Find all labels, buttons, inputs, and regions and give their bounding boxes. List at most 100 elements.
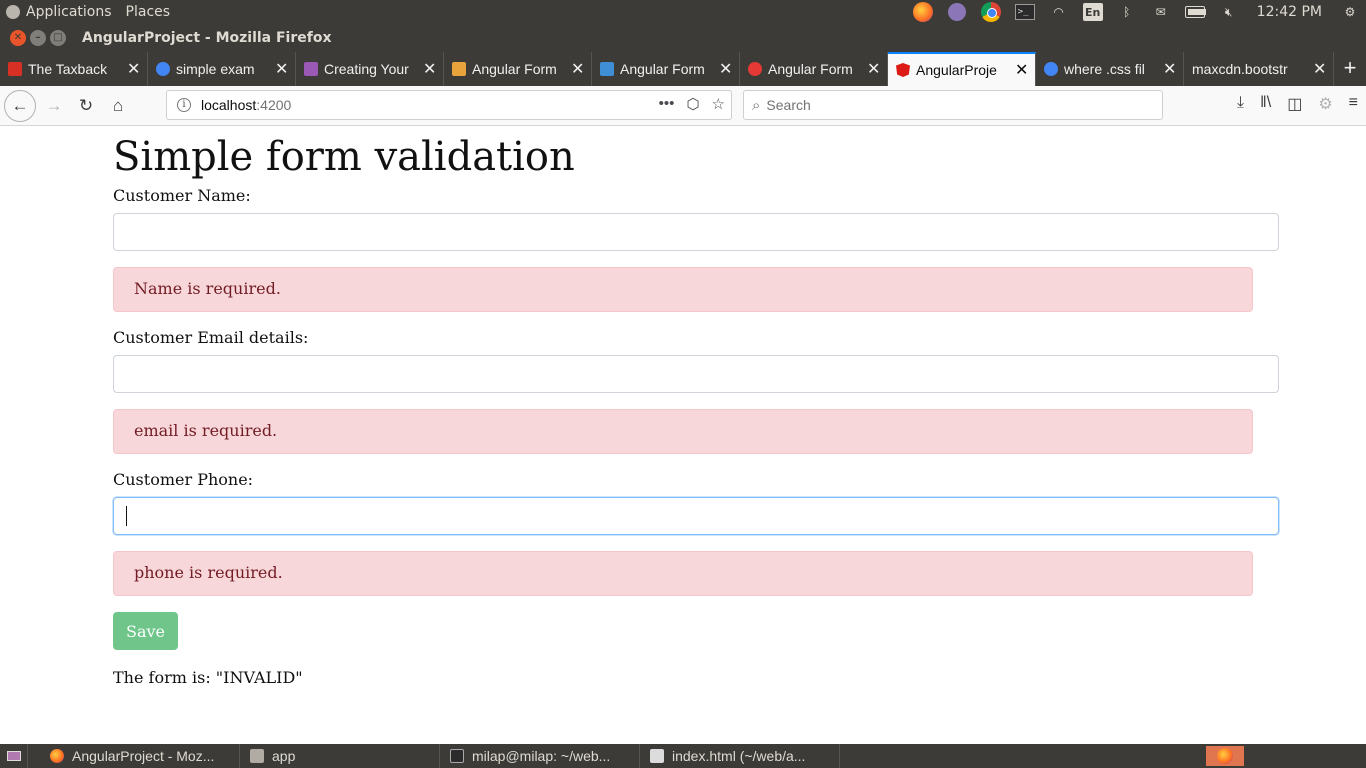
site-favicon-icon (600, 62, 614, 76)
customer-phone-input[interactable] (113, 497, 1279, 535)
applications-menu[interactable]: Applications (6, 4, 112, 20)
tab-maxcdn[interactable]: maxcdn.bootstr ✕ (1184, 52, 1334, 86)
file-manager-icon (250, 749, 264, 763)
tab-taxback[interactable]: The Taxback ✕ (0, 52, 148, 86)
forward-button[interactable]: → (40, 92, 68, 120)
google-favicon-icon (1044, 62, 1058, 76)
tab-angular-form-3[interactable]: Angular Form ✕ (740, 52, 888, 86)
wifi-icon[interactable]: ◠ (1049, 3, 1069, 21)
applications-label: Applications (26, 4, 112, 20)
taskbar-item-firefox[interactable]: AngularProject - Moz... (40, 744, 240, 768)
tab-where-css[interactable]: where .css fil ✕ (1036, 52, 1184, 86)
tab-label: where .css fil (1064, 61, 1145, 77)
tab-angular-form-2[interactable]: Angular Form ✕ (592, 52, 740, 86)
taskbar-item-label: AngularProject - Moz... (72, 748, 215, 764)
tab-strip: The Taxback ✕ simple exam ✕ Creating You… (0, 52, 1366, 86)
sparkle-favicon-icon (304, 62, 318, 76)
workspace-switcher[interactable] (1206, 746, 1244, 766)
tab-close-icon[interactable]: ✕ (127, 59, 140, 79)
top-menu: Applications Places (0, 4, 170, 20)
window-maximize-button[interactable]: □ (50, 30, 66, 46)
text-caret (126, 506, 127, 526)
site-favicon-icon (748, 62, 762, 76)
save-button[interactable]: Save (113, 612, 178, 650)
url-host: localhost (201, 97, 257, 113)
tab-close-icon[interactable]: ✕ (719, 59, 732, 79)
pidgin-tray-icon[interactable] (947, 3, 967, 21)
taskbar-item-terminal[interactable]: milap@milap: ~/web... (440, 744, 640, 768)
tab-close-icon[interactable]: ✕ (571, 59, 584, 79)
gmail-favicon-icon (8, 62, 22, 76)
keyboard-layout-indicator[interactable]: En (1082, 3, 1103, 21)
tab-close-icon[interactable]: ✕ (1015, 60, 1028, 80)
site-info-icon[interactable]: i (177, 98, 191, 112)
desktop-icon (6, 751, 21, 761)
sidebar-icon[interactable]: ◫ (1287, 94, 1302, 114)
taskbar-item-app[interactable]: app (240, 744, 440, 768)
places-menu[interactable]: Places (126, 4, 171, 20)
terminal-icon (450, 749, 464, 763)
tab-label: The Taxback (28, 61, 108, 77)
clock[interactable]: 12:42 PM (1253, 3, 1326, 21)
customer-email-input[interactable] (113, 355, 1279, 393)
back-button[interactable]: ← (4, 89, 36, 122)
tab-close-icon[interactable]: ✕ (1163, 59, 1176, 79)
battery-icon[interactable] (1184, 3, 1206, 21)
search-bar[interactable]: ⌕ Search (743, 90, 1163, 120)
volume-muted-icon[interactable]: 🔇︎ (1219, 3, 1239, 21)
reload-button[interactable]: ↻ (72, 92, 100, 120)
name-error-alert: Name is required. (113, 267, 1253, 312)
mail-icon[interactable]: ✉ (1151, 3, 1171, 21)
url-bar-actions: ••• ⬡ ☆ (659, 95, 725, 113)
bluetooth-icon[interactable]: ᛒ (1117, 3, 1137, 21)
downloads-icon[interactable]: ⤓ (1237, 94, 1244, 114)
new-tab-button[interactable]: + (1334, 52, 1366, 86)
url-bar[interactable]: i localhost:4200 ••• ⬡ ☆ (166, 90, 732, 120)
tab-creating-your[interactable]: Creating Your ✕ (296, 52, 444, 86)
library-icon[interactable]: ‖\ (1260, 94, 1271, 114)
bookmark-star-icon[interactable]: ☆ (712, 95, 725, 113)
show-desktop-button[interactable] (0, 744, 28, 768)
window-controls: ✕ – □ (0, 30, 66, 46)
tab-label: Angular Form (620, 61, 705, 77)
tab-label: maxcdn.bootstr (1192, 61, 1288, 77)
tab-label: Angular Form (768, 61, 853, 77)
tab-close-icon[interactable]: ✕ (867, 59, 880, 79)
email-error-alert: email is required. (113, 409, 1253, 454)
applications-icon (6, 5, 20, 19)
search-placeholder: Search (766, 97, 811, 113)
tab-close-icon[interactable]: ✕ (1313, 59, 1326, 79)
search-icon: ⌕ (752, 96, 761, 114)
taskbar-item-label: milap@milap: ~/web... (472, 748, 611, 764)
taskbar-item-label: app (272, 748, 296, 764)
home-button[interactable]: ⌂ (104, 92, 132, 120)
terminal-tray-icon[interactable]: >_ (1014, 3, 1035, 21)
toolbar-right-tools: ⤓ ‖\ ◫ ⚙ ≡ (1237, 94, 1358, 114)
extension-icon[interactable]: ⚙ (1318, 94, 1332, 114)
customer-name-input[interactable] (113, 213, 1279, 251)
window-minimize-button[interactable]: – (30, 30, 46, 46)
chrome-tray-icon[interactable] (980, 2, 1001, 22)
firefox-tray-icon[interactable] (912, 2, 933, 22)
window-close-button[interactable]: ✕ (10, 30, 26, 46)
customer-phone-label: Customer Phone: (113, 470, 254, 489)
tab-label: Creating Your (324, 61, 409, 77)
angular-favicon-icon (896, 63, 910, 77)
tab-angular-form-1[interactable]: Angular Form ✕ (444, 52, 592, 86)
pocket-icon[interactable]: ⬡ (686, 95, 699, 113)
tab-close-icon[interactable]: ✕ (275, 59, 288, 79)
taskbar-item-editor[interactable]: index.html (~/web/a... (640, 744, 840, 768)
settings-gear-icon[interactable]: ⚙ (1340, 3, 1360, 21)
url-port: :4200 (256, 97, 292, 113)
tab-simple-example[interactable]: simple exam ✕ (148, 52, 296, 86)
firefox-icon (50, 749, 64, 763)
tab-close-icon[interactable]: ✕ (423, 59, 436, 79)
customer-email-label: Customer Email details: (113, 328, 309, 347)
hamburger-menu-icon[interactable]: ≡ (1349, 94, 1358, 114)
page-title: Simple form validation (113, 134, 575, 180)
tab-label: Angular Form (472, 61, 557, 77)
bottom-taskbar: AngularProject - Moz... app milap@milap:… (0, 744, 1366, 768)
tab-angularproject[interactable]: AngularProje ✕ (888, 52, 1036, 86)
tab-label: simple exam (176, 61, 255, 77)
page-actions-icon[interactable]: ••• (659, 95, 675, 113)
